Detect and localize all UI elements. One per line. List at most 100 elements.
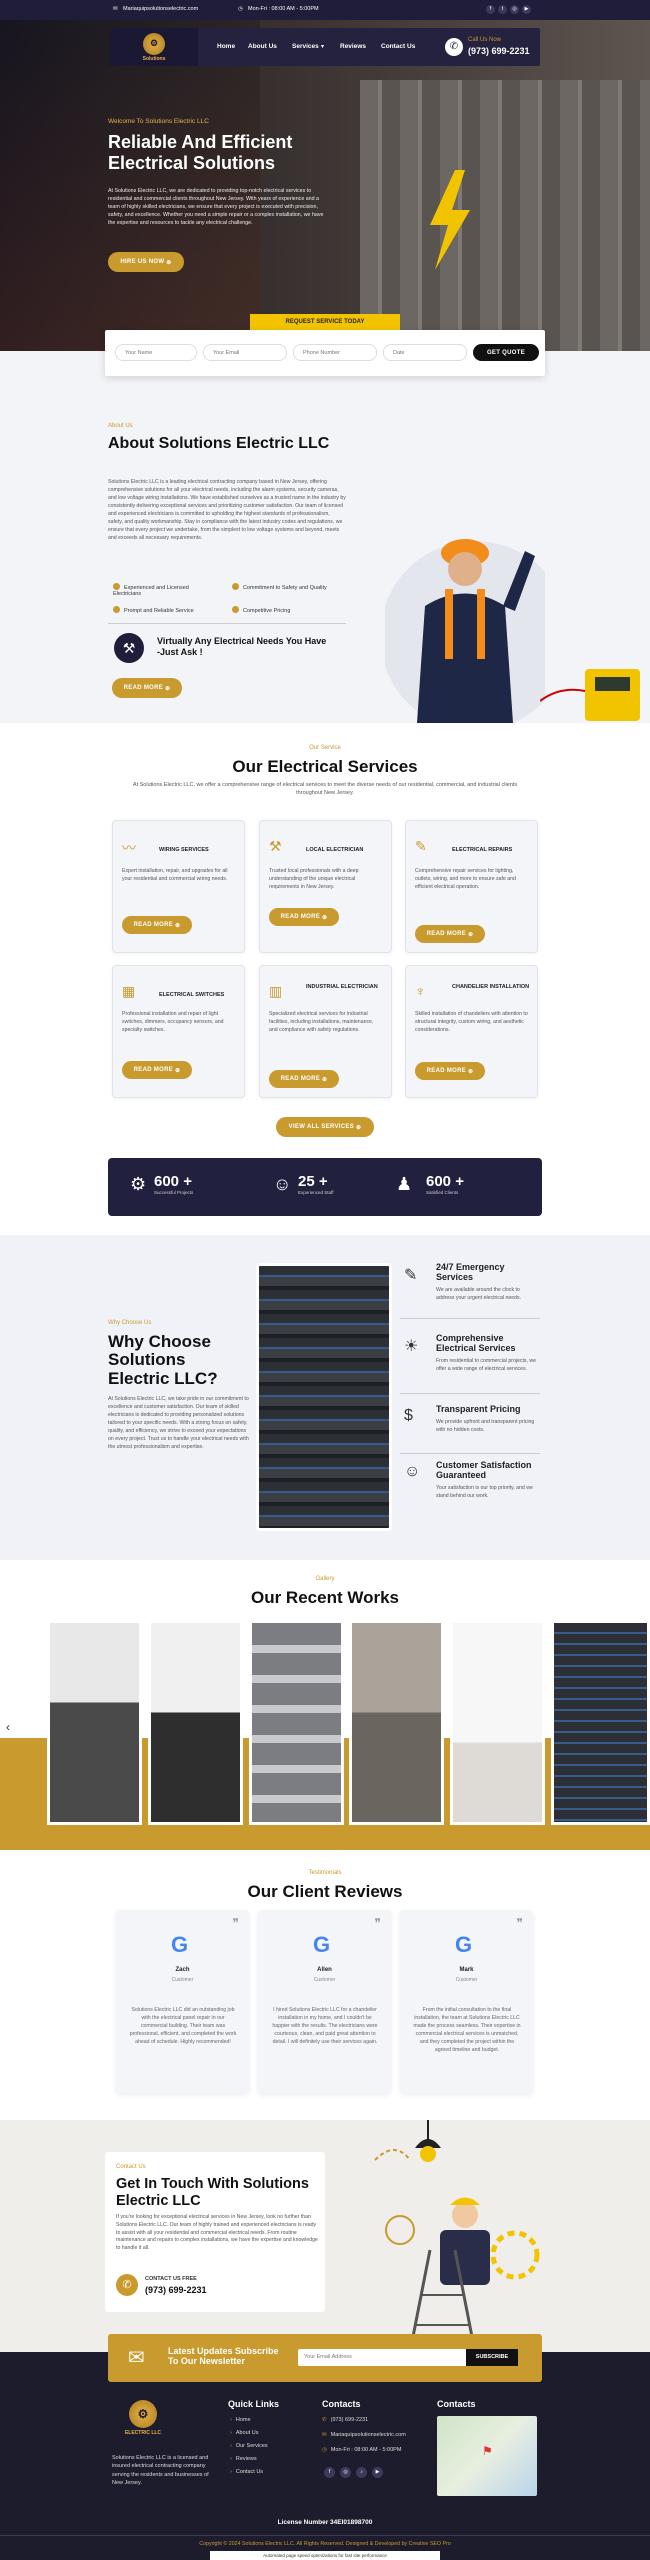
quote-form: Your Name Your Email Phone Number Date G…	[105, 330, 545, 376]
topbar-email[interactable]: Mariaquipsolutionselectric.com	[123, 6, 198, 12]
instagram-icon[interactable]: ◎	[340, 2467, 351, 2478]
phone-icon: ✆	[116, 2274, 138, 2296]
clock-icon: ◷	[238, 6, 243, 12]
footer-logo[interactable]: ⚙ ELECTRIC LLC	[120, 2400, 166, 2446]
review-text: From the initial consultation to the fin…	[413, 2007, 521, 2054]
email-field[interactable]: Your Email	[203, 344, 287, 361]
wiring-icon: 〰	[122, 840, 136, 856]
check-icon	[113, 583, 120, 590]
check-icon	[113, 606, 120, 613]
gallery-photo[interactable]	[47, 1620, 142, 1825]
subscribe-button[interactable]: SUBSCRIBE	[466, 2349, 518, 2366]
service-card-title: ELECTRICAL SWITCHES	[159, 992, 225, 998]
gallery-photo[interactable]	[551, 1620, 650, 1825]
main-navbar: ⚙ Solutions Home About Us Services ▾ Rev…	[110, 28, 540, 66]
service-read-more-button[interactable]: READ MORE ⊕	[122, 1061, 192, 1079]
hero-section: ⚙ Solutions Home About Us Services ▾ Rev…	[0, 20, 650, 351]
footer-link[interactable]: › About Us	[230, 2430, 258, 2436]
footer-link[interactable]: › Our Services	[230, 2443, 268, 2449]
footer-hours: ◷ Mon-Fri : 08:00 AM - 5:00PM	[322, 2447, 402, 2453]
service-read-more-button[interactable]: READ MORE ⊕	[415, 925, 485, 943]
service-card-desc: Specialized electrical services for indu…	[269, 1011, 374, 1033]
services-title: Our Electrical Services	[232, 757, 418, 776]
reviewer-role: Customer	[171, 1977, 194, 1983]
carousel-dots[interactable]: • • • • • •	[305, 1832, 355, 1841]
footer-link[interactable]: › Home	[230, 2417, 251, 2423]
projects-icon: ⚙	[130, 1174, 147, 1194]
check-item: Experienced and Licensed Electricians	[113, 583, 189, 597]
footer-email[interactable]: ✉ Mariaquipsolutionselectric.com	[322, 2432, 406, 2438]
service-read-more-button[interactable]: READ MORE ⊕	[269, 908, 339, 926]
newsletter-email-input[interactable]: Your Email Address SUBSCRIBE	[298, 2349, 518, 2366]
service-card-desc: Expert installation, repair, and upgrade…	[122, 868, 228, 882]
gallery-photo[interactable]	[349, 1620, 444, 1825]
why-eyebrow: Why Choose Us	[108, 1320, 152, 1326]
service-card-local-electrician: ⚒ LOCAL ELECTRICIAN Trusted local profes…	[259, 820, 392, 953]
footer-link[interactable]: › Contact Us	[230, 2469, 263, 2475]
check-item: Commitment to Safety and Quality	[232, 583, 332, 591]
view-all-services-button[interactable]: VIEW ALL SERVICES ⊕	[276, 1117, 374, 1137]
copyright: Copyright © 2024 Solutions Electric LLC.…	[199, 2541, 451, 2547]
youtube-icon[interactable]: ▶	[372, 2467, 383, 2478]
chevron-left-icon[interactable]: ‹	[6, 1720, 10, 1734]
why-title: Why Choose Solutions Electric LLC?	[108, 1332, 218, 1388]
newsletter-bar: ✉ Latest Updates Subscribe To Our Newsle…	[108, 2334, 542, 2382]
facebook-icon[interactable]: f	[324, 2467, 335, 2478]
call-label: Call Us Now	[468, 37, 502, 43]
gallery-photo[interactable]	[450, 1620, 545, 1825]
service-card-wiring: 〰 WIRING SERVICES Expert installation, r…	[112, 820, 245, 953]
get-quote-button[interactable]: GET QUOTE	[473, 344, 539, 361]
footer-phone[interactable]: ✆ (973) 699-2231	[322, 2417, 368, 2423]
chandelier-icon: ♆	[415, 983, 426, 999]
service-card-title: CHANDELIER INSTALLATION	[452, 984, 530, 990]
about-section: About Us About Solutions Electric LLC So…	[0, 351, 650, 723]
nav-about[interactable]: About Us	[248, 43, 277, 50]
service-read-more-button[interactable]: READ MORE ⊕	[122, 916, 192, 934]
pricing-icon: $	[404, 1407, 413, 1424]
tiktok-icon[interactable]: ♪	[356, 2467, 367, 2478]
hire-us-button[interactable]: HIRE US NOW ⊕	[108, 252, 184, 272]
google-icon: G	[313, 1932, 331, 1957]
contact-card: Contact Us Get In Touch With Solutions E…	[105, 2152, 325, 2312]
gallery-photo[interactable]	[148, 1620, 243, 1825]
review-card: ❞ G Zach Customer Solutions Electric LLC…	[116, 1910, 249, 2093]
date-field[interactable]: Date	[383, 344, 467, 361]
contact-phone[interactable]: (973) 699-2231	[145, 2285, 207, 2295]
service-read-more-button[interactable]: READ MORE ⊕	[269, 1070, 339, 1088]
gallery-photo[interactable]	[249, 1620, 344, 1825]
review-card: ❞ G Mark Customer From the initial consu…	[400, 1910, 533, 2093]
nav-contact[interactable]: Contact Us	[381, 43, 415, 50]
quick-links-title: Quick Links	[228, 2399, 280, 2409]
facebook-icon[interactable]: f	[486, 5, 495, 14]
gallery-section: Gallery Our Recent Works ‹ • • • • • •	[0, 1560, 650, 1850]
electrician-icon: ⚒	[114, 633, 144, 663]
footer: ⚙ ELECTRIC LLC Solutions Electric LLC is…	[0, 2352, 650, 2560]
gallery-eyebrow: Gallery	[315, 1576, 335, 1582]
service-card-repairs: ✎ ELECTRICAL REPAIRS Comprehensive repai…	[405, 820, 538, 953]
reviewer-role: Customer	[455, 1977, 478, 1983]
hero-body: At Solutions Electric LLC, we are dedica…	[108, 188, 324, 226]
name-field[interactable]: Your Name	[115, 344, 197, 361]
check-item: Competitive Pricing	[232, 606, 290, 614]
about-eyebrow: About Us	[108, 423, 133, 429]
nav-phone[interactable]: (973) 699-2231	[468, 46, 530, 56]
service-read-more-button[interactable]: READ MORE ⊕	[415, 1062, 485, 1080]
logo[interactable]: ⚙ Solutions	[110, 28, 198, 66]
instagram-icon[interactable]: ◎	[510, 5, 519, 14]
nav-home[interactable]: Home	[217, 43, 235, 50]
about-title: About Solutions Electric LLC	[108, 435, 330, 452]
footer-link[interactable]: › Reviews	[230, 2456, 257, 2462]
nav-reviews[interactable]: Reviews	[340, 43, 366, 50]
contact-section: Contact Us Get In Touch With Solutions E…	[0, 2120, 650, 2352]
nav-services[interactable]: Services	[292, 43, 319, 50]
phone-field[interactable]: Phone Number	[293, 344, 377, 361]
service-card-title: ELECTRICAL REPAIRS	[452, 847, 513, 853]
speed-badge[interactable]: Automated page speed optimizations for f…	[210, 2551, 440, 2560]
why-item: ☺ Customer Satisfaction Guaranteed Your sa…	[404, 1460, 533, 1499]
location-map[interactable]: ⚑	[437, 2416, 537, 2496]
youtube-icon[interactable]: ▶	[522, 5, 531, 14]
hero-panel-image	[360, 80, 650, 351]
twitter-icon[interactable]: t	[498, 5, 507, 14]
about-read-more-button[interactable]: READ MORE ⊕	[112, 678, 182, 698]
about-body: Solutions Electric LLC is a leading elec…	[108, 479, 346, 542]
